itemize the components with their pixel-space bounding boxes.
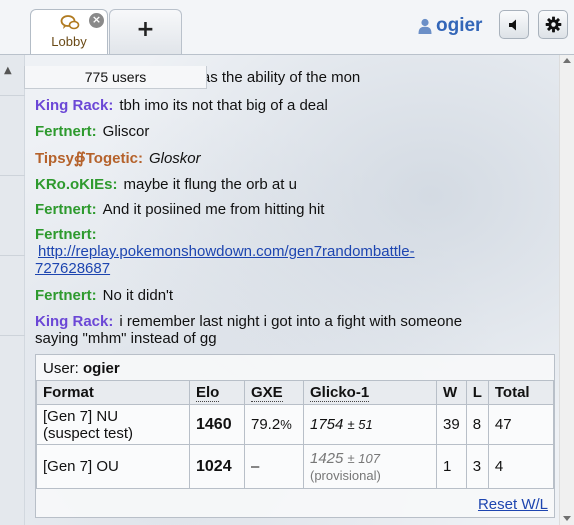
plus-icon: + xyxy=(136,17,155,42)
cell-format: [Gen 7] OU xyxy=(36,444,190,489)
close-icon[interactable]: × xyxy=(89,13,104,28)
gear-icon xyxy=(545,16,561,33)
chat-message: KRo.oKIEs: maybe it flung the orb at u xyxy=(35,176,297,193)
user-stats-panel: User: ogier Format Elo GXE Glicko-1 W L … xyxy=(35,354,555,518)
col-losses: L xyxy=(465,380,489,405)
chat-username[interactable]: King Rack: xyxy=(35,97,113,114)
chat-panel: ▲ King Rack: tbh imo its not that big of … xyxy=(0,54,574,525)
chat-text: tbh imo its not that big of a deal xyxy=(119,97,328,114)
col-format: Format xyxy=(36,380,190,405)
options-button[interactable] xyxy=(538,10,568,39)
scroll-up-arrow-icon[interactable] xyxy=(563,58,571,63)
chat-text: Gloskor xyxy=(148,150,201,167)
cell-wins: 39 xyxy=(436,404,467,445)
chat-text: Gliscor xyxy=(102,123,150,140)
col-glicko: Glicko-1 xyxy=(303,380,437,405)
col-total: Total xyxy=(487,380,555,405)
top-bar: Lobby × + ogier xyxy=(0,0,574,54)
replay-link-continued[interactable]: 727628687 xyxy=(35,260,110,277)
cell-losses: 3 xyxy=(465,444,489,489)
cell-gxe: – xyxy=(244,444,304,489)
user-icon xyxy=(418,18,432,34)
chat-username[interactable]: Fertnert: xyxy=(35,226,97,243)
cell-elo: 1460 xyxy=(189,404,245,445)
new-tab-button[interactable]: + xyxy=(109,9,182,54)
cell-losses: 8 xyxy=(465,404,489,445)
cell-total: 47 xyxy=(487,404,555,445)
table-row: [Gen 7] OU 1024 – 1425 ± 107 (provisional… xyxy=(36,444,555,489)
chat-username[interactable]: Tipsy∯Togetic: xyxy=(35,150,143,167)
cell-format: [Gen 7] NU (suspect test) xyxy=(36,404,190,445)
stats-user-name[interactable]: ogier xyxy=(83,360,120,377)
chat-text: maybe it flung the orb at u xyxy=(123,176,297,193)
chat-message: King Rack: i remember last night i got in… xyxy=(35,313,462,347)
sound-button[interactable] xyxy=(499,10,529,39)
stats-user-label: User: xyxy=(43,360,79,377)
chat-scrollbar[interactable] xyxy=(559,55,574,525)
chat-message: Tipsy∯Togetic: Gloskor xyxy=(35,149,201,167)
tab-lobby-label: Lobby xyxy=(51,34,87,49)
reset-wl-link[interactable]: Reset W/L xyxy=(478,496,548,513)
stats-user: User: ogier xyxy=(43,360,120,377)
chat-text: i remember last night i got into a fight… xyxy=(119,313,463,330)
divider xyxy=(0,95,25,96)
chat-text-continued: saying "mhm" instead of gg xyxy=(35,330,217,347)
chat-username[interactable]: Fertnert: xyxy=(35,287,97,304)
userlist-toggle[interactable]: 775 users xyxy=(24,66,207,89)
cell-wins: 1 xyxy=(436,444,467,489)
col-elo: Elo xyxy=(189,380,245,405)
table-row: [Gen 7] NU (suspect test) 1460 79.2% 1754… xyxy=(36,404,555,445)
divider xyxy=(0,255,25,256)
scroll-down-arrow-icon[interactable] xyxy=(563,516,571,521)
chat-username[interactable]: Fertnert: xyxy=(35,123,97,140)
cell-elo: 1024 xyxy=(189,444,245,489)
cell-glicko: 1754 ± 51 xyxy=(303,404,437,445)
divider xyxy=(0,175,25,176)
cell-total: 4 xyxy=(487,444,555,489)
tab-lobby[interactable]: Lobby × xyxy=(30,9,108,54)
divider xyxy=(0,335,25,336)
chat-text: And it posiined me from hitting hit xyxy=(102,201,325,218)
replay-link[interactable]: http://replay.pokemonshowdown.com/gen7ra… xyxy=(38,243,415,260)
chat-username[interactable]: Fertnert: xyxy=(35,201,97,218)
cell-glicko: 1425 ± 107 (provisional) xyxy=(303,444,437,489)
user-menu[interactable]: ogier xyxy=(418,14,482,38)
chat-bubbles-icon xyxy=(60,15,80,30)
username: ogier xyxy=(436,15,483,36)
side-strip: ▲ xyxy=(0,55,25,525)
ladder-table: Format Elo GXE Glicko-1 W L Total [Gen 7… xyxy=(36,380,555,489)
chat-message: Fertnert: http://replay.pokemonshowdown.… xyxy=(35,226,415,277)
table-header: Format Elo GXE Glicko-1 W L Total xyxy=(36,380,555,405)
cell-gxe: 79.2% xyxy=(244,404,304,445)
chat-text: No it didn't xyxy=(102,287,174,304)
chat-message: Fertnert: Gliscor xyxy=(35,123,149,140)
col-wins: W xyxy=(436,380,467,405)
speaker-icon xyxy=(509,19,516,30)
scroll-up-icon[interactable]: ▲ xyxy=(4,65,18,79)
chat-username[interactable]: King Rack: xyxy=(35,313,113,330)
chat-message: Fertnert: No it didn't xyxy=(35,287,173,304)
chat-message: Fertnert: And it posiined me from hitting… xyxy=(35,201,324,218)
chat-message: King Rack: tbh imo its not that big of a … xyxy=(35,97,328,114)
col-gxe: GXE xyxy=(244,380,304,405)
chat-username[interactable]: KRo.oKIEs: xyxy=(35,176,118,193)
